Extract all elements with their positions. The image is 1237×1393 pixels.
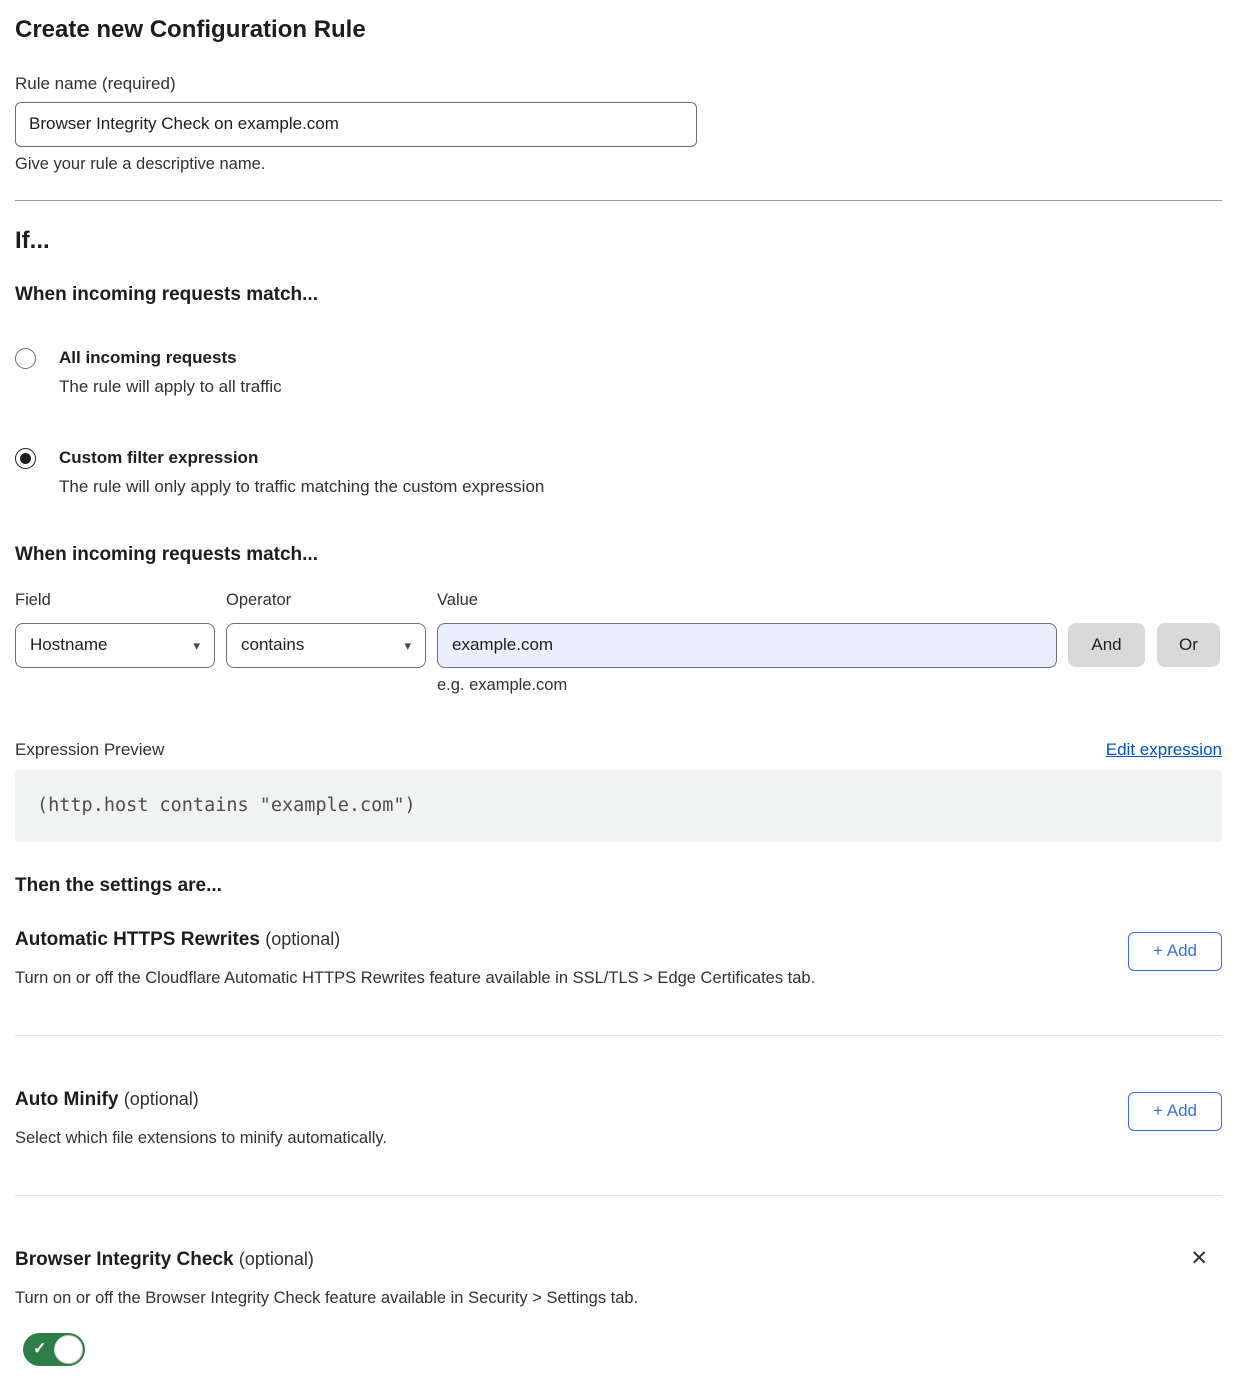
setting-description: Turn on or off the Browser Integrity Che… — [15, 1287, 1222, 1309]
builder-heading: When incoming requests match... — [15, 543, 1222, 567]
rule-name-label: Rule name (required) — [15, 73, 1222, 95]
edit-expression-link[interactable]: Edit expression — [1106, 738, 1222, 762]
setting-row-automatic-https-rewrites: Automatic HTTPS Rewrites (optional) Turn… — [15, 926, 1222, 989]
field-select-value: Hostname — [30, 635, 107, 655]
radio-description: The rule will apply to all traffic — [59, 376, 282, 398]
rule-name-help: Give your rule a descriptive name. — [15, 154, 1222, 175]
value-help-text: e.g. example.com — [437, 675, 1222, 696]
radio-button-icon[interactable] — [15, 348, 36, 369]
browser-integrity-check-toggle[interactable]: ✓ — [23, 1333, 85, 1366]
close-icon[interactable]: ✕ — [1190, 1248, 1208, 1269]
expression-preview-code: (http.host contains "example.com") — [15, 770, 1222, 842]
check-icon: ✓ — [33, 1339, 46, 1359]
rule-name-input[interactable] — [15, 102, 697, 147]
setting-row-auto-minify: Auto Minify (optional) Select which file… — [15, 1086, 1222, 1149]
setting-title-text: Browser Integrity Check — [15, 1249, 234, 1270]
and-button[interactable]: And — [1068, 623, 1145, 667]
setting-title: Automatic HTTPS Rewrites (optional) — [15, 926, 815, 953]
if-heading: If... — [15, 226, 1222, 255]
section-divider — [15, 1035, 1222, 1036]
radio-label: Custom filter expression — [59, 447, 544, 469]
radio-description: The rule will only apply to traffic matc… — [59, 476, 544, 498]
setting-description: Turn on or off the Cloudflare Automatic … — [15, 967, 815, 989]
setting-title: Browser Integrity Check (optional) — [15, 1246, 314, 1273]
toggle-knob[interactable] — [54, 1335, 83, 1364]
setting-title: Auto Minify (optional) — [15, 1086, 387, 1113]
radio-button-icon[interactable] — [15, 448, 36, 469]
radio-option-custom-filter[interactable]: Custom filter expression The rule will o… — [15, 447, 1222, 498]
field-column-label: Field — [15, 590, 226, 611]
builder-column-labels: Field Operator Value — [15, 590, 1222, 611]
value-column-label: Value — [437, 590, 1222, 611]
setting-title-text: Automatic HTTPS Rewrites — [15, 929, 260, 950]
setting-optional-text: (optional) — [239, 1249, 314, 1269]
setting-optional-text: (optional) — [265, 929, 340, 949]
radio-option-all-incoming[interactable]: All incoming requests The rule will appl… — [15, 347, 1222, 398]
field-select[interactable]: Hostname ▾ — [15, 623, 215, 668]
match-heading: When incoming requests match... — [15, 283, 1222, 307]
setting-title-text: Auto Minify — [15, 1089, 118, 1110]
section-divider — [15, 200, 1222, 201]
add-button[interactable]: + Add — [1128, 932, 1222, 971]
expression-builder-row: Hostname ▾ contains ▾ And Or — [15, 623, 1222, 668]
chevron-down-icon: ▾ — [404, 639, 411, 652]
setting-description: Select which file extensions to minify a… — [15, 1127, 387, 1149]
chevron-down-icon: ▾ — [193, 639, 200, 652]
operator-select[interactable]: contains ▾ — [226, 623, 426, 668]
settings-heading: Then the settings are... — [15, 874, 1222, 898]
page-title: Create new Configuration Rule — [15, 16, 1222, 45]
setting-optional-text: (optional) — [124, 1089, 199, 1109]
expression-preview-label: Expression Preview — [15, 738, 164, 762]
value-input[interactable] — [437, 623, 1057, 668]
radio-label: All incoming requests — [59, 347, 282, 369]
setting-row-browser-integrity-check: Browser Integrity Check (optional) ✕ Tur… — [15, 1246, 1222, 1371]
add-button[interactable]: + Add — [1128, 1092, 1222, 1131]
operator-column-label: Operator — [226, 590, 437, 611]
section-divider — [15, 1195, 1222, 1196]
operator-select-value: contains — [241, 635, 304, 655]
or-button[interactable]: Or — [1157, 623, 1220, 667]
expression-preview-header: Expression Preview Edit expression — [15, 738, 1222, 762]
expression-code-text: (http.host contains "example.com") — [37, 795, 416, 816]
